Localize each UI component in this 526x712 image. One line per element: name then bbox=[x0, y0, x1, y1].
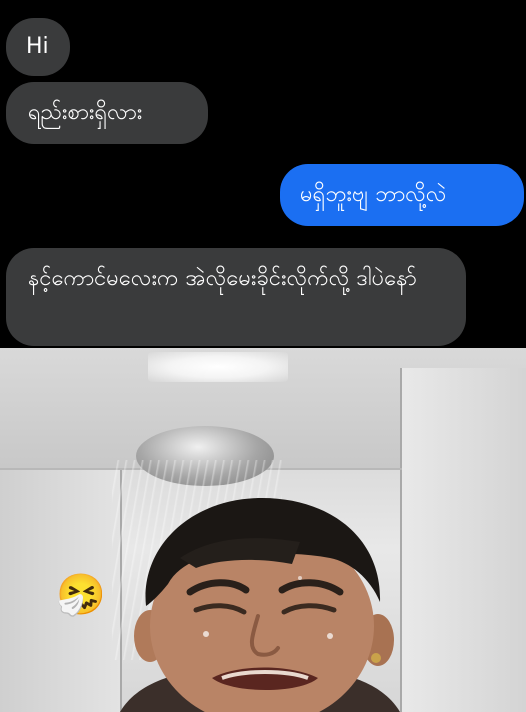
message-text: နင့်ကောင်မလေးက အဲလိုမေးခိုင်းလိုက်လို့ ဒ… bbox=[28, 266, 417, 291]
sneezing-face-icon: 🤧 bbox=[56, 572, 106, 618]
chat-thread: Hi ရည်းစားရှိလား မရှိဘူးဗျ ဘာလို့လဲ နင့်… bbox=[0, 0, 526, 348]
message-text: ရည်းစားရှိလား bbox=[28, 100, 143, 125]
incoming-message-1[interactable]: Hi bbox=[6, 18, 70, 76]
message-text: Hi bbox=[26, 34, 49, 59]
incoming-message-3[interactable]: နင့်ကောင်မလေးက အဲလိုမေးခိုင်းလိုက်လို့ ဒ… bbox=[6, 248, 466, 346]
incoming-message-2[interactable]: ရည်းစားရှိလား bbox=[6, 82, 208, 144]
crying-person bbox=[120, 498, 400, 712]
outgoing-message-1[interactable]: မရှိဘူးဗျ ဘာလို့လဲ bbox=[280, 164, 524, 226]
message-text: မရှိဘူးဗျ ဘာလို့လဲ bbox=[300, 182, 447, 207]
meme-photo: 🤧 bbox=[0, 348, 526, 712]
screenshot-frame: Hi ရည်းစားရှိလား မရှိဘူးဗျ ဘာလို့လဲ နင့်… bbox=[0, 0, 526, 712]
